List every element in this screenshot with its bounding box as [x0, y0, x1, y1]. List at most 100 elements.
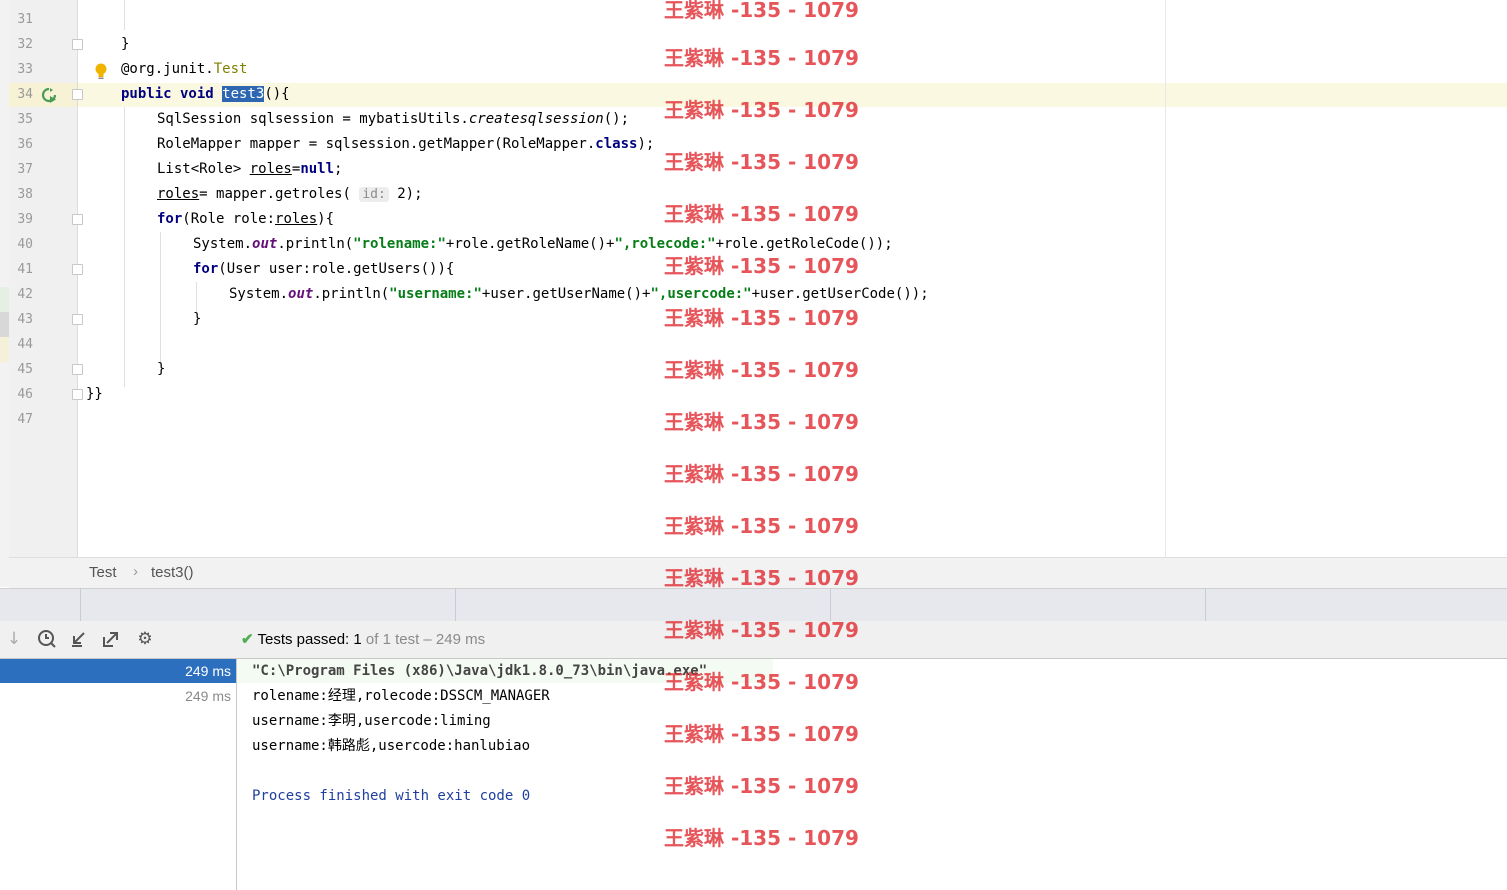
breadcrumb-separator: ›	[133, 563, 138, 580]
line-number: 35	[17, 112, 33, 127]
line-number: 41	[17, 262, 33, 277]
header-divider	[80, 588, 81, 621]
fold-marker[interactable]	[72, 89, 83, 100]
status-suffix: of 1 test – 249 ms	[361, 631, 486, 648]
vcs-change-marker	[0, 337, 9, 362]
variable-text: roles	[157, 186, 200, 202]
string-literal: "username:"	[389, 286, 482, 302]
code-line-35[interactable]: SqlSession sqlsession = mybatisUtils.cre…	[157, 107, 629, 132]
parameter-hint: id:	[359, 187, 389, 202]
code-text: = mapper.getroles(	[199, 186, 351, 202]
string-literal: "rolename:"	[353, 236, 446, 252]
code-text: }	[193, 311, 202, 327]
line-number: 36	[17, 137, 33, 152]
gear-icon[interactable]: ⚙	[134, 628, 156, 650]
console-line: rolename:经理,rolecode:DSSCM_MANAGER	[252, 688, 550, 704]
code-text: (Role role:	[182, 211, 276, 227]
code-line-41[interactable]: for(User user:role.getUsers()){	[193, 257, 454, 282]
indent-guide	[160, 232, 161, 362]
annotation-text: Test	[213, 61, 248, 77]
code-line-39[interactable]: for(Role role:roles){	[157, 207, 334, 232]
line-number: 44	[17, 337, 33, 352]
code-line-32[interactable]: }	[121, 32, 129, 57]
code-text: ){	[317, 211, 335, 227]
test-duration: 249 ms	[185, 663, 231, 679]
watermark: 王紫琳 -135 - 1079	[664, 774, 859, 798]
code-line-45[interactable]: }	[157, 357, 165, 382]
fold-marker[interactable]	[72, 314, 83, 325]
static-field-text: out	[288, 286, 314, 302]
watermark: 王紫琳 -135 - 1079	[664, 410, 859, 434]
code-text: @org.junit.	[121, 61, 214, 77]
code-text: +user.getUserName()+	[481, 286, 651, 302]
line-number: 37	[17, 162, 33, 177]
console-line: "C:\Program Files (x86)\Java\jdk1.8.0_73…	[252, 663, 708, 679]
keyword-text: null	[300, 161, 335, 177]
code-line-43[interactable]: }	[193, 307, 201, 332]
watermark: 王紫琳 -135 - 1079	[664, 722, 859, 746]
console-exit-line: Process finished with exit code 0	[252, 788, 531, 804]
keyword-text: class	[595, 136, 638, 152]
tests-status: ✔ Tests passed: 1 of 1 test – 249 ms	[241, 630, 485, 648]
code-line-36[interactable]: RoleMapper mapper = sqlsession.getMapper…	[157, 132, 654, 157]
watermark: 王紫琳 -135 - 1079	[664, 358, 859, 382]
watermark: 王紫琳 -135 - 1079	[664, 254, 859, 278]
check-icon: ✔	[241, 631, 254, 648]
selected-method-name: test3	[222, 86, 265, 102]
code-text: List<Role>	[157, 161, 250, 177]
code-text: ();	[603, 111, 630, 127]
static-method-text: createsqlsession	[468, 111, 604, 127]
breadcrumb-class[interactable]: Test	[89, 564, 117, 581]
header-divider	[1205, 588, 1206, 621]
fold-marker[interactable]	[72, 389, 83, 400]
status-count: 1	[349, 631, 362, 648]
code-text: 2);	[388, 186, 423, 202]
console-line: username:韩路彪,usercode:hanlubiao	[252, 738, 531, 754]
code-line-34[interactable]: public void test3(){	[121, 82, 290, 107]
watermark: 王紫琳 -135 - 1079	[664, 98, 859, 122]
breadcrumb-method[interactable]: test3()	[151, 564, 194, 581]
line-number: 45	[17, 362, 33, 377]
test-duration: 249 ms	[185, 688, 231, 704]
test-tree-row-root[interactable]: 249 ms	[0, 659, 236, 683]
static-field-text: out	[252, 236, 278, 252]
code-text: .println(	[313, 286, 390, 302]
code-text: System.	[229, 286, 289, 302]
watermark: 王紫琳 -135 - 1079	[664, 306, 859, 330]
code-text: (){	[264, 86, 290, 102]
line-number: 42	[17, 287, 33, 302]
watermark: 王紫琳 -135 - 1079	[664, 618, 859, 642]
code-line-38[interactable]: roles= mapper.getroles( id: 2);	[157, 182, 423, 207]
fold-marker[interactable]	[72, 364, 83, 375]
fold-marker[interactable]	[72, 39, 83, 50]
fold-marker[interactable]	[72, 264, 83, 275]
code-text: +role.getRoleName()+	[445, 236, 615, 252]
history-icon[interactable]	[36, 628, 58, 650]
line-number: 46	[17, 387, 33, 402]
code-line-37[interactable]: List<Role> roles=null;	[157, 157, 342, 182]
watermark: 王紫琳 -135 - 1079	[664, 0, 859, 22]
import-tests-icon[interactable]	[68, 628, 90, 650]
run-test-icon[interactable]	[41, 87, 57, 103]
code-text: }}	[86, 386, 103, 402]
arrow-down-icon[interactable]: ↓	[3, 628, 25, 650]
indent-guide	[124, 107, 125, 387]
string-literal: ",usercode:"	[650, 286, 752, 302]
watermark: 王紫琳 -135 - 1079	[664, 566, 859, 590]
line-number: 39	[17, 212, 33, 227]
code-text: SqlSession sqlsession = mybatisUtils.	[157, 111, 469, 127]
fold-marker[interactable]	[72, 214, 83, 225]
line-number: 31	[17, 12, 33, 27]
export-tests-icon[interactable]	[100, 628, 122, 650]
code-line-33[interactable]: @org.junit.Test	[121, 57, 247, 82]
console-line: username:李明,usercode:liming	[252, 713, 491, 729]
test-tree-row-test3[interactable]: 249 ms	[0, 684, 236, 708]
code-text: }	[121, 36, 130, 52]
keyword-text: for	[157, 211, 183, 227]
line-number: 40	[17, 237, 33, 252]
code-line-46[interactable]: }}	[86, 382, 103, 407]
watermark: 王紫琳 -135 - 1079	[664, 46, 859, 70]
lightbulb-icon[interactable]	[94, 63, 108, 81]
code-text: +user.getUserCode());	[751, 286, 929, 302]
right-margin-guide	[1165, 0, 1166, 557]
